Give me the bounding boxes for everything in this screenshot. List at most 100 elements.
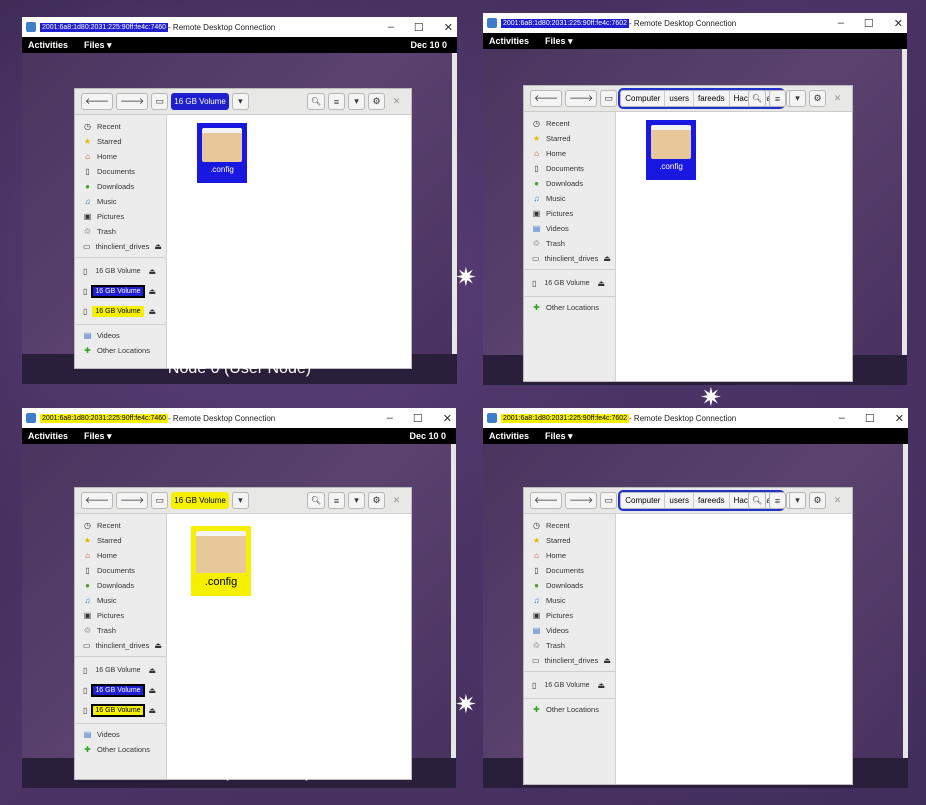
sidebar-item-other-locations[interactable]: ✚ Other Locations [75,742,166,757]
sidebar-item-volume[interactable]: ▯ 16 GB Volume ⏏ [75,700,166,720]
eject-icon[interactable]: ⏏ [149,307,157,316]
eject-icon[interactable]: ⏏ [598,681,606,690]
sidebar-item-thinclient-drives[interactable]: ▭ thinclient_drives ⏏ [524,251,615,266]
eject-icon[interactable]: ⏏ [603,254,611,263]
gear-icon[interactable]: ⚙ [809,90,826,107]
gear-icon[interactable]: ⚙ [368,93,385,110]
breadcrumb-computer[interactable]: Computer [621,91,666,106]
files-app-menu[interactable]: Files ▾ [84,40,112,51]
close-icon[interactable]: ✕ [388,492,405,509]
back-button[interactable]: 🡐 [81,93,114,110]
sidebar-item-starred[interactable]: ★ Starred [75,134,166,149]
sidebar-item-pictures[interactable]: ▣ Pictures [524,206,615,221]
search-button[interactable]: 🔍︎ [306,93,325,110]
sidebar-item-starred[interactable]: ★ Starred [524,131,615,146]
eject-icon[interactable]: ⏏ [149,267,157,276]
sidebar-item-thinclient-drives[interactable]: ▭ thinclient_drives ⏏ [524,653,615,668]
sidebar-item-music[interactable]: ♫ Music [524,191,615,206]
view-list-button[interactable]: ≡ [769,90,786,107]
eject-icon[interactable]: ⏏ [603,656,611,665]
forward-button[interactable]: 🡒 [565,492,598,509]
sidebar-item-home[interactable]: ⌂ Home [75,149,166,164]
drive-location-icon[interactable]: ▭ [151,93,169,110]
view-dropdown-button[interactable]: ▾ [789,492,806,509]
sidebar-item-downloads[interactable]: ● Downloads [75,179,166,194]
view-list-button[interactable]: ≡ [328,93,345,110]
eject-icon[interactable]: ⏏ [154,641,162,650]
minimize-button[interactable]: – [387,412,393,424]
clock-date[interactable]: Dec 10 0 [409,431,446,441]
sidebar-item-volume[interactable]: ▯ 16 GB Volume ⏏ [75,680,166,700]
view-dropdown-button[interactable]: ▾ [348,93,365,110]
eject-icon[interactable]: ⏏ [149,686,157,695]
scrollbar[interactable] [452,53,457,354]
maximize-button[interactable]: ☐ [413,412,423,425]
maximize-button[interactable]: ☐ [414,21,424,34]
close-button[interactable]: ✕ [444,21,453,34]
sidebar-item-trash[interactable]: ♲ Trash [75,224,166,239]
sidebar-item-volume[interactable]: ▯ 16 GB Volume ⏏ [524,675,615,695]
scrollbar[interactable] [451,444,456,758]
breadcrumb-fareeds[interactable]: fareeds [694,91,730,106]
view-dropdown-button[interactable]: ▾ [348,492,365,509]
close-icon[interactable]: ✕ [388,93,405,110]
sidebar-item-volume[interactable]: ▯ 16 GB Volume ⏏ [75,301,166,321]
location-dropdown-button[interactable]: ▾ [231,93,249,110]
folder-item[interactable]: .config [197,123,247,183]
close-button[interactable]: ✕ [894,17,903,30]
sidebar-item-starred[interactable]: ★ Starred [524,533,615,548]
close-button[interactable]: ✕ [895,412,904,425]
view-dropdown-button[interactable]: ▾ [789,90,806,107]
activities-button[interactable]: Activities [28,40,68,50]
scrollbar[interactable] [902,49,907,355]
sidebar-item-volume[interactable]: ▯ 16 GB Volume ⏏ [524,273,615,293]
clock-date[interactable]: Dec 10 0 [410,40,447,50]
sidebar-item-other-locations[interactable]: ✚ Other Locations [524,702,615,717]
sidebar-item-recent[interactable]: ◷ Recent [524,518,615,533]
files-app-menu[interactable]: Files ▾ [545,431,573,442]
sidebar-item-downloads[interactable]: ● Downloads [524,578,615,593]
sidebar-item-recent[interactable]: ◷ Recent [75,518,166,533]
sidebar-item-pictures[interactable]: ▣ Pictures [75,608,166,623]
sidebar-item-volume[interactable]: ▯ 16 GB Volume ⏏ [75,261,166,281]
sidebar-item-recent[interactable]: ◷ Recent [75,119,166,134]
sidebar-item-documents[interactable]: ▯ Documents [524,563,615,578]
sidebar-item-recent[interactable]: ◷ Recent [524,116,615,131]
activities-button[interactable]: Activities [489,36,529,46]
sidebar-item-downloads[interactable]: ● Downloads [75,578,166,593]
minimize-button[interactable]: – [388,21,394,33]
sidebar-item-videos[interactable]: ▤ Videos [524,623,615,638]
activities-button[interactable]: Activities [489,431,529,441]
sidebar-item-videos[interactable]: ▤ Videos [75,727,166,742]
sidebar-item-home[interactable]: ⌂ Home [524,146,615,161]
minimize-button[interactable]: – [839,412,845,424]
maximize-button[interactable]: ☐ [864,17,874,30]
eject-icon[interactable]: ⏏ [149,287,157,296]
activities-button[interactable]: Activities [28,431,68,441]
back-button[interactable]: 🡐 [530,90,563,107]
minimize-button[interactable]: – [838,17,844,29]
breadcrumb-fareeds[interactable]: fareeds [694,493,730,508]
sidebar-item-thinclient-drives[interactable]: ▭ thinclient_drives ⏏ [75,239,166,254]
sidebar-item-downloads[interactable]: ● Downloads [524,176,615,191]
sidebar-item-pictures[interactable]: ▣ Pictures [75,209,166,224]
back-button[interactable]: 🡐 [81,492,114,509]
breadcrumb-users[interactable]: users [665,91,694,106]
sidebar-item-starred[interactable]: ★ Starred [75,533,166,548]
files-app-menu[interactable]: Files ▾ [545,36,573,47]
sidebar-item-documents[interactable]: ▯ Documents [75,164,166,179]
breadcrumb-users[interactable]: users [665,493,694,508]
breadcrumb-computer[interactable]: Computer [621,493,666,508]
sidebar-item-videos[interactable]: ▤ Videos [75,328,166,343]
location-dropdown-button[interactable]: ▾ [231,492,249,509]
sidebar-item-documents[interactable]: ▯ Documents [75,563,166,578]
close-button[interactable]: ✕ [443,412,452,425]
folder-item[interactable]: .config [646,120,696,180]
folder-item[interactable]: .config [191,526,251,596]
sidebar-item-home[interactable]: ⌂ Home [524,548,615,563]
location-button[interactable]: 16 GB Volume [171,93,229,110]
scrollbar[interactable] [903,444,908,758]
eject-icon[interactable]: ⏏ [149,706,157,715]
forward-button[interactable]: 🡒 [565,90,598,107]
search-button[interactable]: 🔍︎ [747,90,766,107]
